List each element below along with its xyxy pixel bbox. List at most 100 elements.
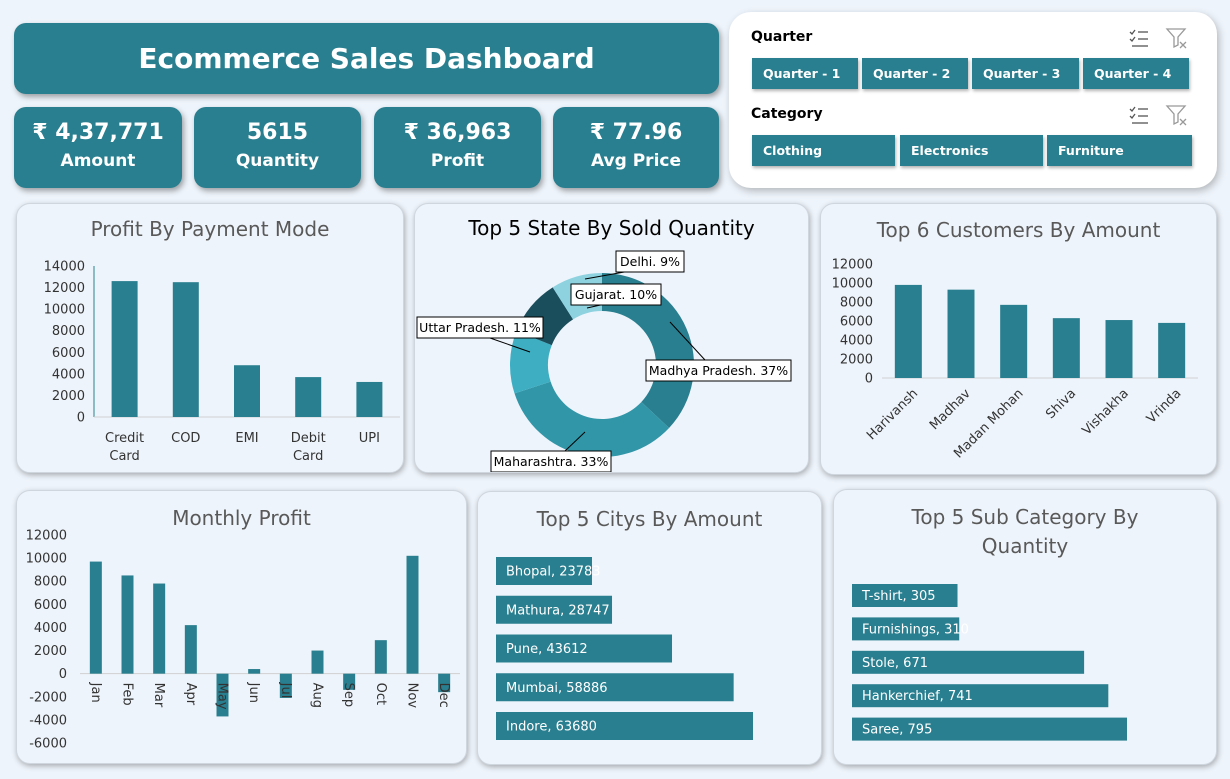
customers-chart-card: Top 6 Customers By Amount 0 2000 4000 6000 8… <box>820 203 1217 475</box>
x-tick-label: Debit <box>291 431 326 446</box>
data-label: Mumbai, 58886 <box>506 681 608 696</box>
slicer-quarter-4[interactable]: Quarter - 4 <box>1083 58 1189 89</box>
y-tick-label: 8000 <box>34 575 67 590</box>
clear-filter-icon[interactable] <box>1165 103 1189 127</box>
donut-slice <box>514 381 670 457</box>
x-tick-label: Nov <box>405 683 420 709</box>
states-chart: Madhya Pradesh. 37% Maharashtra. 33% Uttar… <box>416 250 792 472</box>
bar <box>1000 304 1028 378</box>
y-tick-label: 12000 <box>44 281 85 296</box>
x-tick-label: Oct <box>373 683 388 705</box>
slicer-category-electronics[interactable]: Electronics <box>900 135 1043 166</box>
slicer-quarter-3[interactable]: Quarter - 3 <box>972 58 1079 89</box>
bar <box>295 377 322 417</box>
x-tick-label: Aug <box>310 683 325 708</box>
y-tick-label: 10000 <box>26 552 67 567</box>
y-tick-label: 6000 <box>52 346 85 361</box>
x-tick-label: Harivansh <box>864 386 921 443</box>
y-tick-label: 10000 <box>44 303 85 318</box>
y-tick-label: 12000 <box>26 529 67 544</box>
y-tick-label: 2000 <box>34 644 67 659</box>
clear-filter-icon[interactable] <box>1165 26 1189 50</box>
x-tick-label: Jun <box>246 682 261 703</box>
x-tick-label: Card <box>109 449 139 464</box>
y-tick-label: 2000 <box>52 389 85 404</box>
x-tick-label: May <box>215 683 230 710</box>
y-tick-label: 0 <box>59 667 67 682</box>
slicer-category-furniture[interactable]: Furniture <box>1047 135 1192 166</box>
subcategory-chart: T-shirt, 305 Furnishings, 310 Stole, 671 Ha… <box>852 584 1127 741</box>
bar <box>234 365 260 417</box>
data-label: Pune, 43612 <box>506 642 588 657</box>
cities-chart: Bhopal, 23783 Mathura, 28747 Pune, 43612 Mu… <box>496 557 753 740</box>
kpi-quantity-label: Quantity <box>235 151 320 171</box>
x-tick-label: Vishakha <box>1080 386 1132 438</box>
bar <box>311 650 324 674</box>
multi-select-icon[interactable] <box>1128 104 1150 126</box>
data-label: Delhi. 9% <box>620 254 680 269</box>
kpi-quantity-card: 5615 Quantity <box>194 107 361 188</box>
data-label: Madhya Pradesh. 37% <box>649 363 788 378</box>
x-tick-label: Credit <box>105 431 144 446</box>
slicer-quarter-2[interactable]: Quarter - 2 <box>862 58 968 89</box>
kpi-amount-value: ₹ 4,37,771 <box>32 120 164 145</box>
x-tick-label: Sep <box>341 683 356 708</box>
states-chart-card: Top 5 State By Sold Quantity Madhya Prad… <box>414 203 809 473</box>
y-tick-label: 2000 <box>840 353 873 368</box>
data-label: Saree, 795 <box>862 723 932 738</box>
data-label: T-shirt, 305 <box>861 589 936 604</box>
x-tick-label: UPI <box>359 431 380 446</box>
data-label: Hankerchief, 741 <box>862 689 973 704</box>
data-label: Maharashtra. 33% <box>494 454 609 469</box>
y-tick-label: -6000 <box>29 737 67 752</box>
kpi-avg-price-label: Avg Price <box>591 151 681 171</box>
bar <box>153 583 166 674</box>
y-tick-label: 4000 <box>840 334 873 349</box>
monthly-chart: -6000 -4000 -2000 0 2000 4000 6000 8000 10000 120… <box>26 529 460 752</box>
data-label: Uttar Pradesh. 11% <box>419 320 541 335</box>
y-tick-label: 0 <box>865 372 873 387</box>
slicer-category-clothing[interactable]: Clothing <box>752 135 895 166</box>
x-tick-label: Dec <box>436 683 451 708</box>
payment-chart: 0 2000 4000 6000 8000 10000 12000 14000 Credit Ca… <box>44 260 400 464</box>
bar <box>248 669 261 674</box>
x-tick-label: Apr <box>183 683 198 706</box>
quarter-slicer-title: Quarter <box>751 29 813 45</box>
y-tick-label: 4000 <box>52 367 85 382</box>
x-tick-label: Card <box>293 449 323 464</box>
y-tick-label: 8000 <box>840 296 873 311</box>
data-label: Stole, 671 <box>862 656 928 671</box>
category-slicer-title: Category <box>751 106 823 122</box>
x-tick-label: Mar <box>151 683 166 708</box>
x-tick-label: Madhav <box>927 386 974 433</box>
multi-select-icon[interactable] <box>1128 27 1150 49</box>
bar <box>1052 318 1080 378</box>
data-label: Furnishings, 310 <box>862 622 969 637</box>
y-tick-label: -4000 <box>29 713 67 728</box>
x-tick-label: EMI <box>235 431 258 446</box>
bar <box>184 625 197 674</box>
data-label: Bhopal, 23783 <box>506 565 601 580</box>
bar <box>947 289 975 378</box>
y-tick-label: 0 <box>77 411 85 426</box>
bar <box>1158 322 1186 378</box>
y-tick-label: 6000 <box>34 598 67 613</box>
x-tick-label: Jan <box>88 682 103 703</box>
bar <box>406 555 419 674</box>
subcategory-chart-card: Top 5 Sub Category By Quantity T-shirt, … <box>833 489 1217 765</box>
bar <box>374 640 387 674</box>
kpi-avg-price-value: ₹ 77.96 <box>589 120 683 145</box>
kpi-profit-label: Profit <box>430 151 485 171</box>
slicer-quarter-1[interactable]: Quarter - 1 <box>752 58 858 89</box>
dashboard-title: Ecommerce Sales Dashboard <box>14 23 719 94</box>
bar <box>1105 320 1133 378</box>
kpi-amount-card: ₹ 4,37,771 Amount <box>14 107 182 188</box>
data-label: Mathura, 28747 <box>506 603 610 618</box>
payment-chart-card: Profit By Payment Mode 0 2000 4000 6000 8000… <box>16 203 404 473</box>
kpi-amount-label: Amount <box>60 151 136 171</box>
kpi-avg-price-card: ₹ 77.96 Avg Price <box>553 107 719 188</box>
bar <box>356 381 383 417</box>
cities-chart-card: Top 5 Citys By Amount Bhopal, 23783 Mathu… <box>477 491 822 765</box>
monthly-chart-card: Monthly Profit -6000 -4000 -2000 0 2000 4000 6… <box>16 490 467 764</box>
y-tick-label: 14000 <box>44 260 85 275</box>
